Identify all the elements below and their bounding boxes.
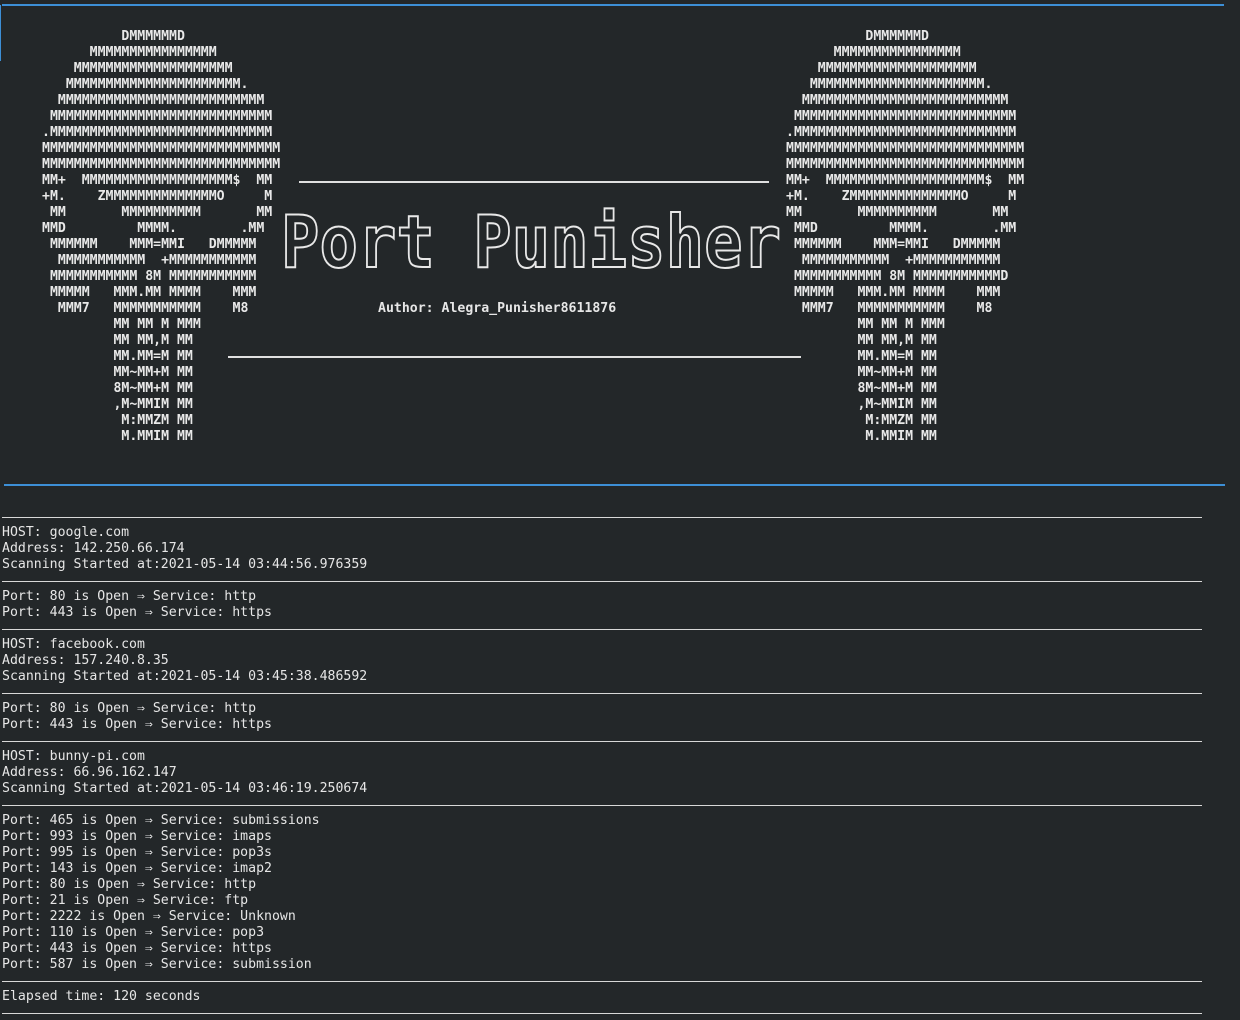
port-result-line: Port: 80 is Open ⇒ Service: http [2, 877, 257, 892]
port-result-line: Port: 80 is Open ⇒ Service: http [2, 701, 257, 716]
port-result-line: Port: 993 is Open ⇒ Service: imaps [2, 829, 272, 844]
address-line: Address: 157.240.8.35 [2, 653, 169, 668]
scan-started-line: Scanning Started at:2021-05-14 03:46:19.… [2, 781, 368, 796]
separator-line [2, 797, 1202, 813]
host-line: HOST: google.com [2, 525, 130, 540]
scan-log: HOST: google.com Address: 142.250.66.174 S… [2, 509, 1202, 1020]
separator-line [2, 1005, 1202, 1020]
host-line: HOST: facebook.com [2, 637, 145, 652]
port-result-line: Port: 443 is Open ⇒ Service: https [2, 717, 272, 732]
port-result-line: Port: 80 is Open ⇒ Service: http [2, 589, 257, 604]
banner-bottom-line [228, 356, 801, 358]
skull-ascii-right: DMMMMMMD MMMMMMMMMMMMMMMM MMMMMMMMMMMMMM… [786, 29, 1025, 444]
port-result-line: Port: 443 is Open ⇒ Service: https [2, 605, 272, 620]
separator-line [2, 973, 1202, 989]
author-label: Author: Alegra_Punisher8611876 [378, 301, 617, 316]
banner-top-line [299, 181, 769, 183]
port-result-line: Port: 110 is Open ⇒ Service: pop3 [2, 925, 265, 940]
top-border-rule [2, 4, 1224, 6]
skull-ascii-left: DMMMMMMD MMMMMMMMMMMMMMMM MMMMMMMMMMMMMM… [42, 29, 281, 444]
port-result-line: Port: 587 is Open ⇒ Service: submission [2, 957, 312, 972]
elapsed-time-line: Elapsed time: 120 seconds [2, 989, 201, 1004]
port-punisher-logo: Port Punisher [280, 205, 782, 285]
separator-line [2, 685, 1202, 701]
separator-line [2, 573, 1202, 589]
host-line: HOST: bunny-pi.com [2, 749, 145, 764]
address-line: Address: 142.250.66.174 [2, 541, 185, 556]
address-line: Address: 66.96.162.147 [2, 765, 177, 780]
port-result-line: Port: 143 is Open ⇒ Service: imap2 [2, 861, 272, 876]
scan-started-line: Scanning Started at:2021-05-14 03:44:56.… [2, 557, 368, 572]
port-result-line: Port: 995 is Open ⇒ Service: pop3s [2, 845, 272, 860]
separator-line [2, 733, 1202, 749]
port-result-line: Port: 465 is Open ⇒ Service: submissions [2, 813, 320, 828]
separator-line [2, 509, 1202, 525]
left-border-edge [0, 5, 1, 61]
logo-text: Port Punisher [281, 205, 781, 284]
banner-bottom-rule [4, 484, 1225, 486]
port-result-line: Port: 21 is Open ⇒ Service: ftp [2, 893, 249, 908]
separator-line [2, 621, 1202, 637]
scan-started-line: Scanning Started at:2021-05-14 03:45:38.… [2, 669, 368, 684]
port-result-line: Port: 443 is Open ⇒ Service: https [2, 941, 272, 956]
port-result-line: Port: 2222 is Open ⇒ Service: Unknown [2, 909, 296, 924]
